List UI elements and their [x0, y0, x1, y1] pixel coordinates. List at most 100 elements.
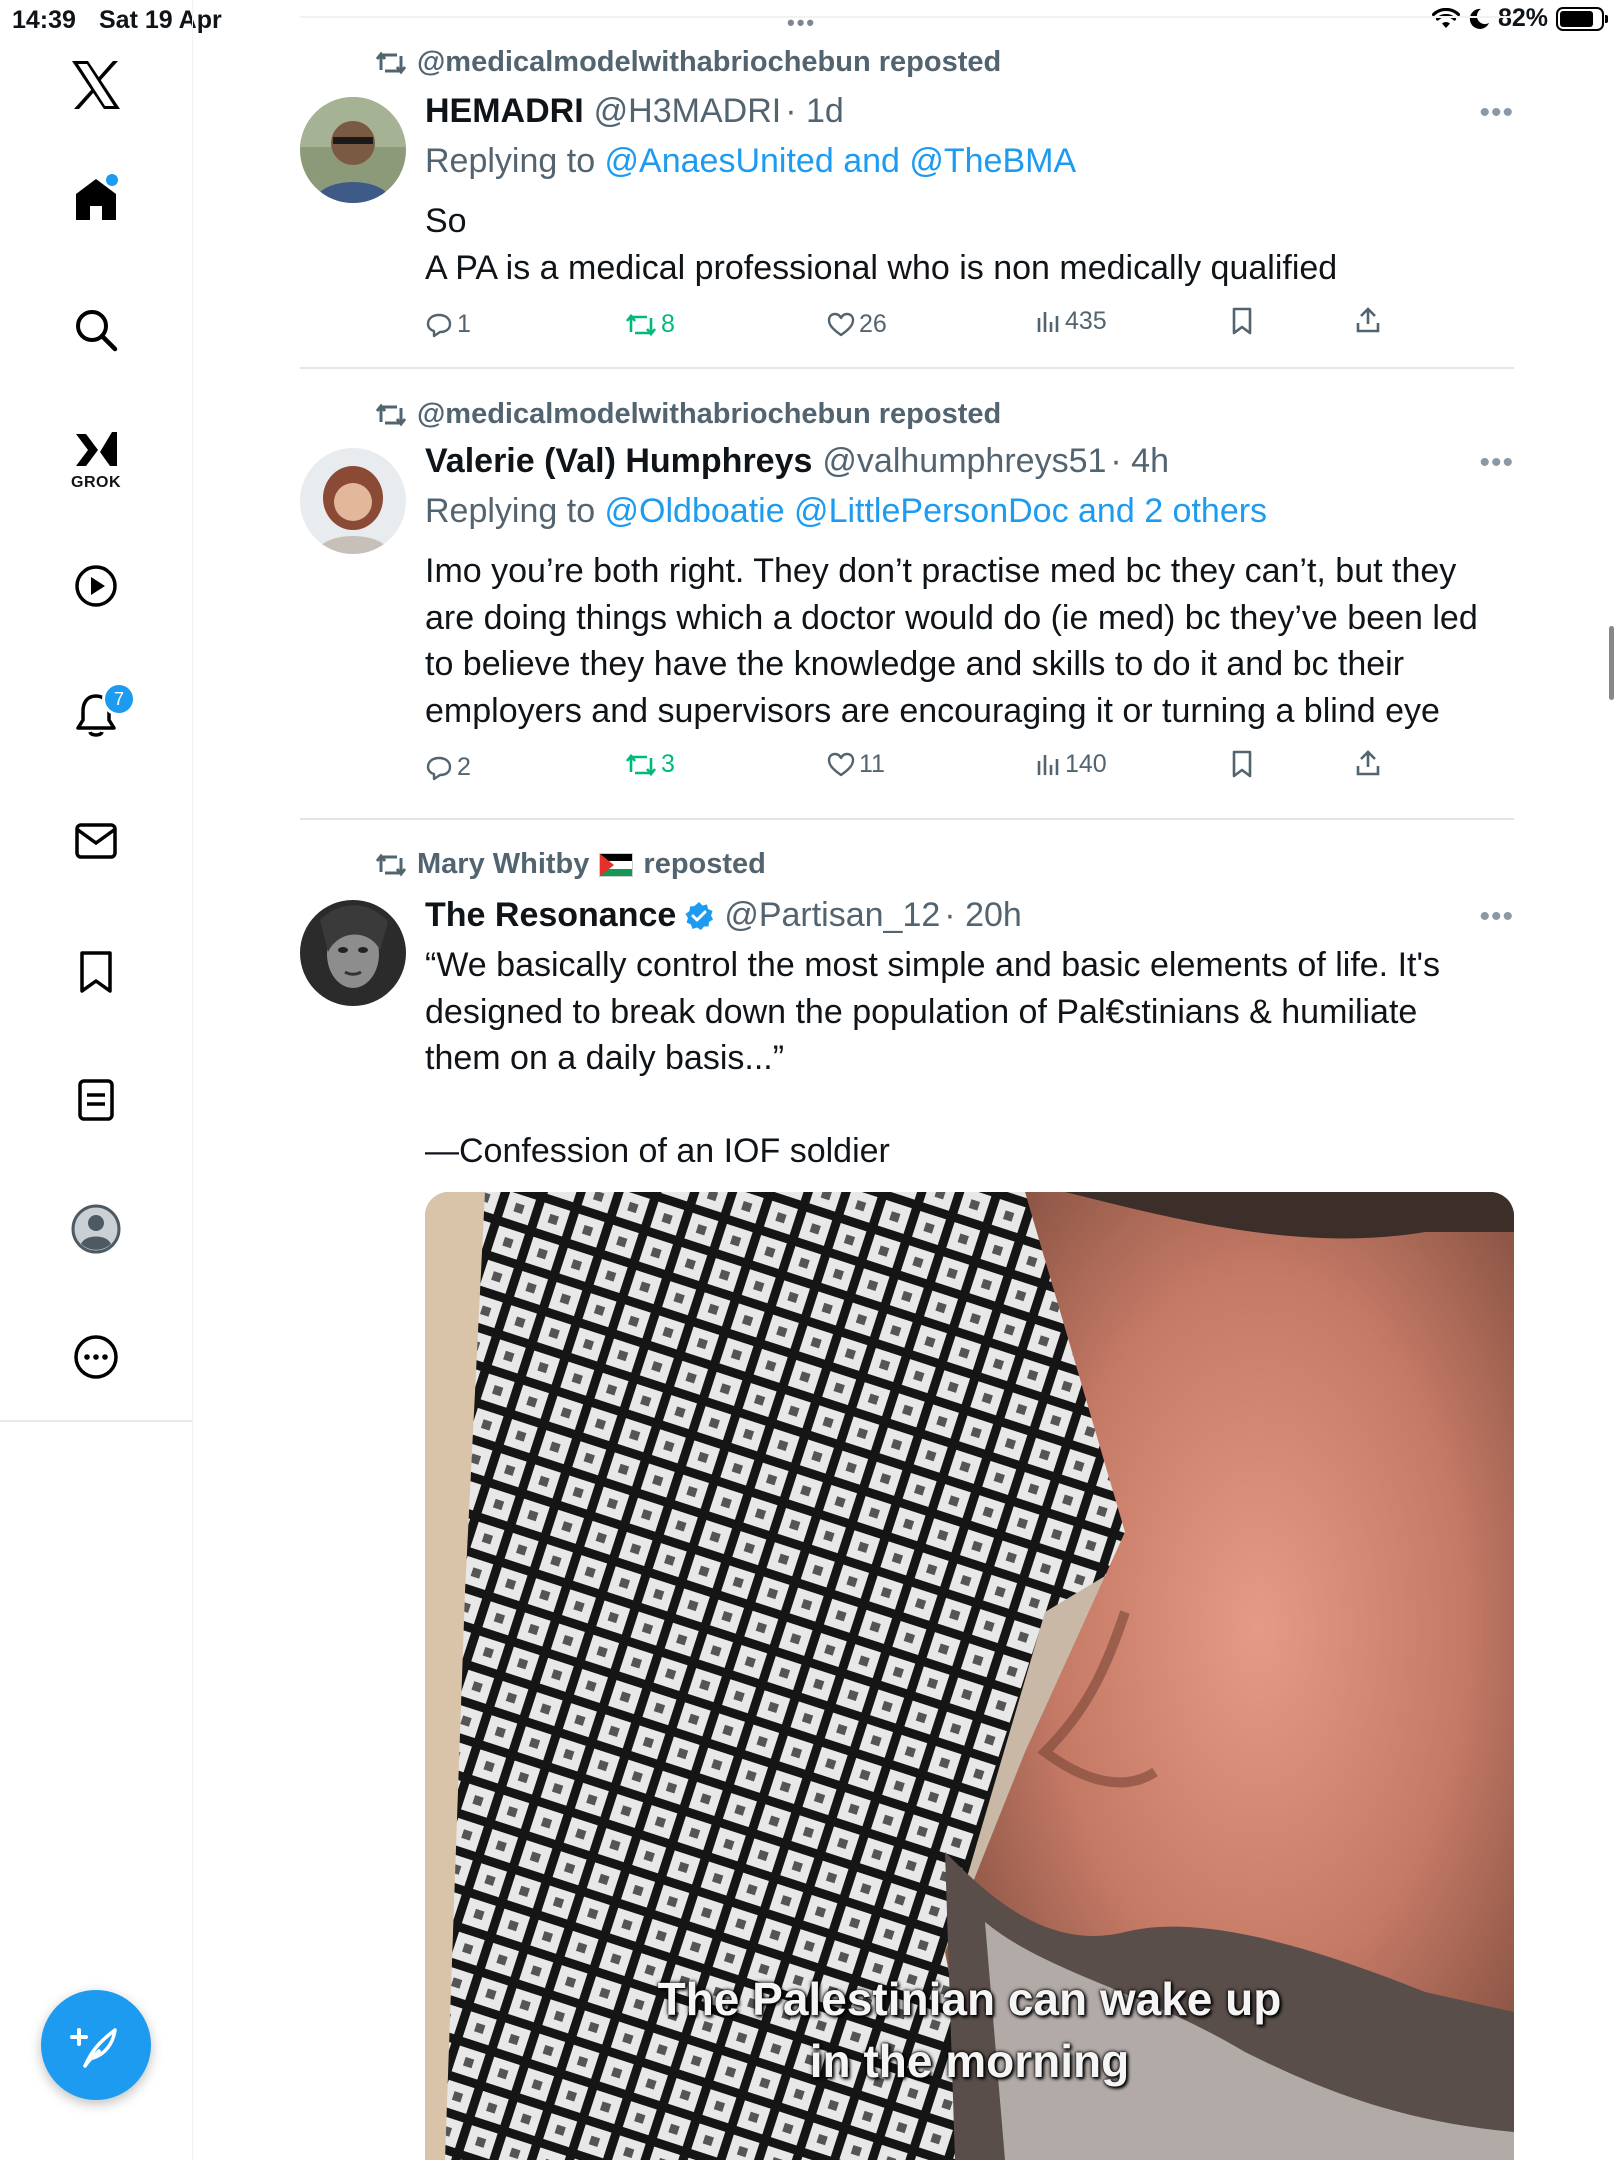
repost-label[interactable]: @medicalmodelwithabriochebun reposted — [417, 46, 1001, 79]
nav-profile[interactable] — [0, 1204, 192, 1254]
compose-button[interactable] — [41, 1990, 151, 2100]
replying-to-links[interactable]: @AnaesUnited and @TheBMA — [605, 142, 1077, 180]
reply-count: 1 — [457, 310, 471, 338]
palestine-flag-icon — [599, 852, 634, 877]
views-button[interactable]: 435 — [1035, 307, 1107, 336]
reply-icon — [426, 756, 452, 780]
scrollbar[interactable] — [1609, 626, 1614, 700]
replying-to-links[interactable]: @Oldboatie @LittlePersonDoc and 2 others — [605, 492, 1268, 530]
views-icon — [1037, 754, 1059, 775]
nav-more[interactable] — [0, 1334, 192, 1380]
tweet-text: Imo you’re both right. They don’t practi… — [425, 548, 1495, 734]
reply-count: 2 — [457, 753, 471, 781]
share-button[interactable] — [1355, 306, 1381, 334]
x-logo-icon — [72, 61, 120, 109]
bookmark-button[interactable] — [1231, 750, 1253, 778]
notifications-badge: 7 — [102, 682, 136, 716]
views-button[interactable]: 140 — [1035, 750, 1107, 779]
author-name[interactable]: Valerie (Val) Humphreys — [425, 442, 812, 481]
view-count: 140 — [1065, 750, 1107, 778]
reply-button[interactable]: 2 — [425, 753, 471, 782]
x-logo-button[interactable] — [0, 60, 192, 110]
nav-messages[interactable] — [0, 822, 192, 860]
battery-level — [1560, 10, 1593, 27]
like-button[interactable]: 26 — [827, 310, 887, 339]
replying-to-prefix: Replying to — [425, 142, 605, 180]
tweet-header: The Resonance @Partisan_12 · 20h — [425, 896, 1022, 935]
nav-bookmarks[interactable] — [0, 950, 192, 994]
feed-top-border — [300, 16, 1514, 18]
status-bar: 14:39 Sat 19 Apr ••• 82% — [0, 0, 1620, 40]
avatar[interactable] — [300, 900, 406, 1006]
heart-icon — [827, 312, 855, 336]
reply-button[interactable]: 1 — [425, 310, 471, 339]
repost-icon — [375, 853, 407, 876]
repost-suffix: reposted — [643, 848, 766, 880]
feather-plus-icon — [70, 2028, 117, 2068]
author-name[interactable]: HEMADRI — [425, 92, 584, 131]
battery-percent: 82% — [1497, 4, 1548, 32]
author-handle[interactable]: @valhumphreys51 — [822, 442, 1106, 481]
replying-to: Replying to @AnaesUnited and @TheBMA — [425, 142, 1076, 181]
bookmark-button[interactable] — [1231, 307, 1253, 335]
more-options-button[interactable]: ••• — [1479, 96, 1514, 130]
sidebar-divider — [0, 1420, 192, 1422]
share-icon — [1356, 307, 1380, 333]
video-caption-line-1: The Palestinian can wake up — [657, 1973, 1282, 2025]
tweet-header: HEMADRI @H3MADRI · 1d — [425, 92, 844, 131]
tweet-time: · 4h — [1110, 442, 1169, 480]
more-options-button[interactable]: ••• — [1479, 900, 1514, 934]
replying-to-prefix: Replying to — [425, 492, 605, 530]
nav-notifications[interactable]: 7 — [0, 682, 192, 738]
wifi-icon — [1431, 7, 1460, 28]
bookmark-icon — [80, 951, 112, 993]
author-handle[interactable]: @H3MADRI — [594, 92, 782, 131]
avatar-photo — [300, 900, 406, 1006]
nav-lists[interactable] — [0, 1078, 192, 1122]
repost-count: 3 — [661, 750, 675, 778]
avatar[interactable] — [300, 448, 406, 554]
view-count: 435 — [1065, 307, 1107, 335]
tweet-divider — [300, 818, 1514, 820]
like-count: 11 — [859, 750, 885, 778]
video-caption-line-2: in the morning — [809, 2035, 1130, 2087]
more-options-button[interactable]: ••• — [1479, 446, 1514, 480]
repost-button[interactable]: 3 — [625, 750, 675, 779]
like-button[interactable]: 11 — [827, 750, 885, 779]
avatar-photo — [300, 448, 406, 554]
repost-label[interactable]: @medicalmodelwithabriochebun reposted — [417, 398, 1001, 431]
nav-video[interactable] — [0, 564, 192, 608]
like-count: 26 — [859, 310, 887, 338]
bookmark-icon — [1232, 750, 1252, 778]
avatar[interactable] — [300, 97, 406, 203]
share-button[interactable] — [1355, 749, 1381, 777]
nav-grok[interactable]: GROK — [0, 428, 192, 492]
more-circle-icon — [74, 1335, 118, 1379]
author-handle[interactable]: @Partisan_12 — [724, 896, 940, 935]
tweet-text: “We basically control the most simple an… — [425, 942, 1495, 1175]
repost-icon — [375, 51, 407, 74]
tweet-text-content: “We basically control the most simple an… — [425, 946, 1440, 1170]
repost-label[interactable]: Mary Whitby — [417, 848, 589, 881]
tweet-divider — [300, 367, 1514, 369]
multitask-dots[interactable]: ••• — [787, 10, 816, 36]
repost-button[interactable]: 8 — [625, 310, 675, 339]
sidebar: GROK 7 — [0, 0, 193, 2160]
repost-count: 8 — [661, 310, 675, 338]
profile-icon — [71, 1204, 121, 1254]
author-name[interactable]: The Resonance — [425, 896, 676, 935]
nav-search[interactable] — [0, 308, 192, 352]
moon-icon — [1469, 8, 1489, 29]
battery-icon — [1556, 6, 1608, 31]
repost-icon — [625, 753, 657, 776]
mail-icon — [75, 823, 117, 859]
views-icon — [1037, 311, 1059, 332]
repost-icon — [375, 403, 407, 426]
tweet-media-video[interactable]: The Palestinian can wake up in the morni… — [425, 1192, 1514, 2160]
heart-icon — [827, 752, 855, 776]
tweet-actions: 1 8 26 435 — [425, 307, 1405, 350]
tweet-time: · 1d — [785, 92, 844, 130]
status-indicators: 82% — [1431, 4, 1608, 33]
repost-context: @medicalmodelwithabriochebun reposted — [375, 398, 1001, 431]
nav-home[interactable] — [0, 174, 192, 222]
